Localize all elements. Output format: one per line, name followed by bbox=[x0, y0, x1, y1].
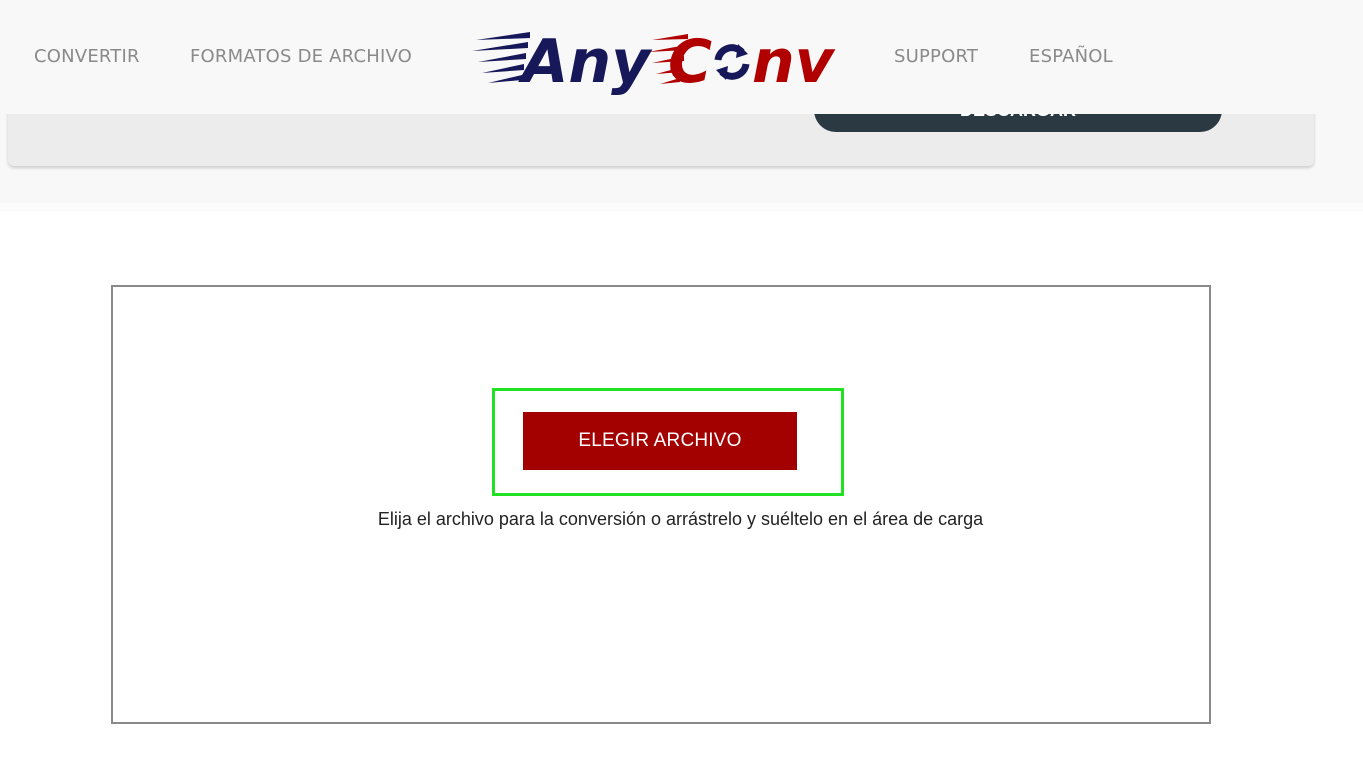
anyconv-logo[interactable]: Any C nv bbox=[472, 18, 842, 98]
logo-any-text: Any bbox=[518, 27, 653, 97]
nav-convert[interactable]: CONVERTIR bbox=[34, 46, 140, 67]
upload-hint-text: Elija el archivo para la conversión o ar… bbox=[377, 509, 984, 529]
site-header: CONVERTIR FORMATOS DE ARCHIVO Any C nv S… bbox=[0, 0, 1363, 114]
nav-language-selector[interactable]: ESPAÑOL bbox=[1029, 46, 1113, 67]
nav-support[interactable]: SUPPORT bbox=[894, 46, 978, 67]
logo-nv-text: nv bbox=[752, 27, 836, 97]
upload-drop-area[interactable] bbox=[111, 285, 1211, 724]
logo-c-text: C bbox=[668, 27, 712, 97]
upload-hint: Elija el archivo para la conversión o ar… bbox=[0, 509, 1363, 530]
divider-strip bbox=[0, 203, 1363, 211]
choose-file-button[interactable]: ELEGIR ARCHIVO bbox=[523, 412, 797, 470]
nav-file-formats[interactable]: FORMATOS DE ARCHIVO bbox=[190, 46, 412, 67]
refresh-arrows-icon bbox=[714, 44, 750, 80]
